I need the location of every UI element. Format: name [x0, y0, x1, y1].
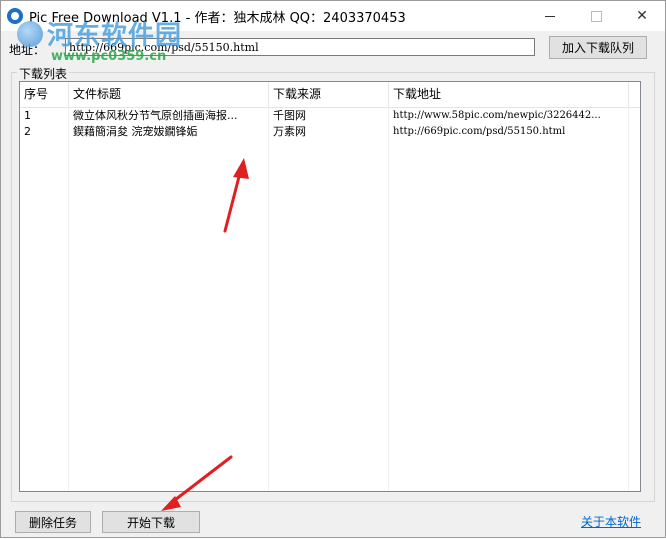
column-divider	[68, 107, 69, 491]
app-icon	[7, 8, 23, 24]
start-download-button[interactable]: 开始下载	[102, 511, 200, 533]
cell-source: 千图网	[273, 109, 306, 122]
cell-index: 1	[24, 109, 31, 122]
close-button[interactable]: ✕	[619, 1, 665, 31]
table-row[interactable]: 2 鍥藉簡涓夋 浣宠妭鐗锋姤 万素网 http://669pic.com/psd…	[20, 124, 640, 140]
column-divider	[268, 107, 269, 491]
cell-title: 微立体风秋分节气原创插画海报...	[73, 109, 238, 122]
table-row[interactable]: 1 微立体风秋分节气原创插画海报... 千图网 http://www.58pic…	[20, 108, 640, 124]
list-header: 序号 文件标题 下载来源 下载地址	[20, 82, 640, 108]
column-header-title[interactable]: 文件标题	[69, 82, 269, 107]
close-icon: ✕	[636, 8, 648, 24]
cell-url: http://669pic.com/psd/55150.html	[393, 126, 566, 137]
column-header-source[interactable]: 下载来源	[269, 82, 389, 107]
download-list[interactable]: 序号 文件标题 下载来源 下载地址 1 微立体风秋分节气原创插画海报... 千图…	[19, 81, 641, 492]
about-link[interactable]: 关于本软件	[581, 513, 641, 530]
cell-source: 万素网	[273, 125, 306, 138]
watermark-logo-icon	[17, 21, 43, 47]
delete-task-button[interactable]: 删除任务	[15, 511, 91, 533]
minimize-icon	[545, 15, 555, 17]
add-to-queue-button[interactable]: 加入下载队列	[549, 36, 647, 59]
column-header-index[interactable]: 序号	[20, 82, 69, 107]
watermark-url: www.pc0359.cn	[51, 49, 167, 64]
cell-url: http://www.58pic.com/newpic/3226442...	[393, 110, 601, 121]
minimize-button[interactable]	[527, 1, 573, 31]
app-window: Pic Free Download V1.1 - 作者：独木成林 QQ：2403…	[0, 0, 666, 538]
cell-index: 2	[24, 125, 31, 138]
cell-title: 鍥藉簡涓夋 浣宠妭鐗锋姤	[73, 125, 198, 138]
column-divider	[628, 107, 629, 491]
download-list-title: 下载列表	[17, 65, 70, 82]
column-header-url[interactable]: 下载地址	[389, 82, 629, 107]
maximize-icon	[590, 10, 602, 22]
maximize-button[interactable]	[573, 1, 619, 31]
watermark-text: 河东软件园	[47, 21, 183, 51]
column-divider	[388, 107, 389, 491]
